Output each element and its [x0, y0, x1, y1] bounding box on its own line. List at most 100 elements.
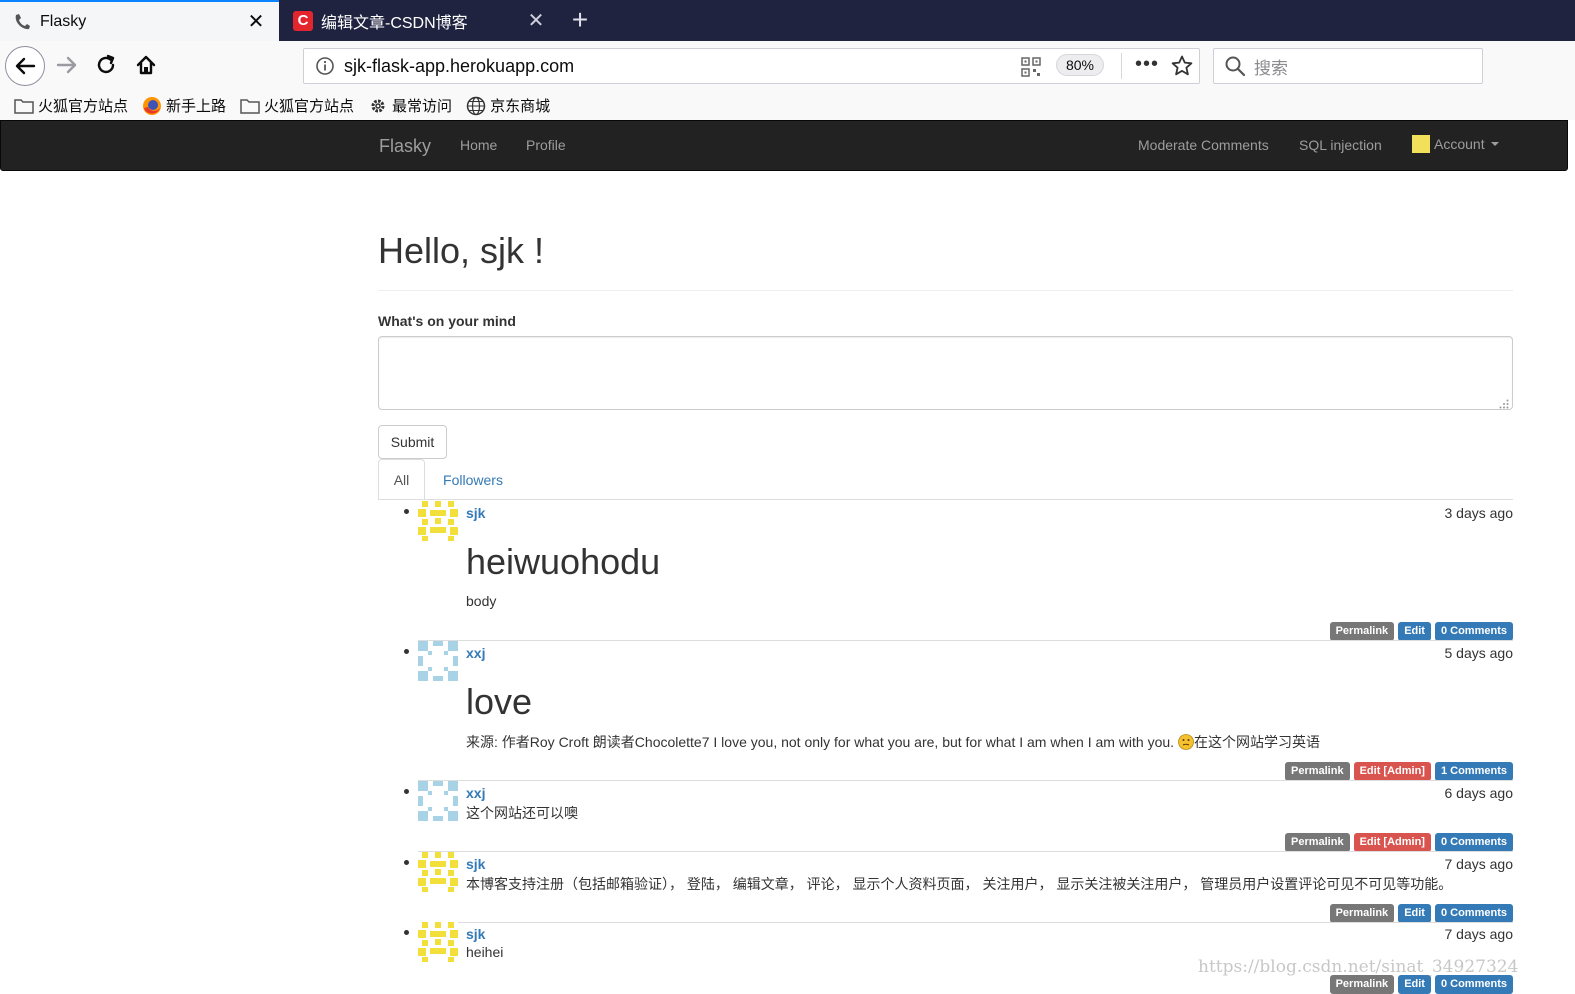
new-tab-plus-icon[interactable]: + [566, 6, 594, 34]
nav-profile-link[interactable]: Profile [526, 137, 566, 153]
close-icon[interactable]: ✕ [525, 10, 547, 32]
post-author-link[interactable]: sjk [466, 926, 485, 942]
browser-tab-title: 编辑文章-CSDN博客 [321, 14, 468, 32]
more-actions-icon[interactable]: ••• [1134, 53, 1160, 79]
post-body: 这个网站还可以噢 [466, 805, 578, 821]
post-item: xxj 6 days ago 这个网站还可以噢 Permalink Edit [… [400, 781, 1513, 852]
edit-admin-button[interactable]: Edit [Admin] [1353, 762, 1431, 781]
home-icon[interactable] [131, 50, 161, 80]
list-bullet [404, 509, 409, 514]
url-bar[interactable]: sjk-flask-app.herokuapp.com 80% ••• [303, 48, 1200, 84]
search-placeholder: 搜索 [1254, 58, 1288, 78]
tab-followers[interactable]: Followers [430, 459, 516, 500]
back-arrow-icon[interactable] [5, 46, 45, 86]
avatar[interactable] [418, 852, 458, 892]
post-body-text: 来源: 作者Roy Croft 朗读者Chocolette7 I love yo… [466, 734, 1175, 750]
comments-button[interactable]: 0 Comments [1434, 975, 1513, 994]
post-body-textarea[interactable] [378, 336, 1513, 410]
permalink-button[interactable]: Permalink [1284, 833, 1350, 852]
thinking-face-icon [1178, 734, 1194, 750]
post-footer: Permalink Edit [Admin] 1 Comments [1284, 762, 1513, 781]
browser-tab-title: Flasky [40, 12, 87, 30]
site-navbar: Flasky Home Profile Moderate Comments SQ… [0, 120, 1568, 171]
close-icon[interactable]: ✕ [245, 11, 267, 33]
permalink-button[interactable]: Permalink [1329, 904, 1395, 923]
resize-grip-icon[interactable] [1499, 396, 1509, 409]
brand-link[interactable]: Flasky [379, 136, 431, 157]
comments-button[interactable]: 1 Comments [1434, 762, 1513, 781]
bookmark-item[interactable]: 京东商城 [466, 95, 550, 116]
browser-tab-csdn[interactable]: C 编辑文章-CSDN博客 ✕ [281, 0, 559, 41]
post-item: sjk 7 days ago 本博客支持注册（包括邮箱验证）， 登陆， 编辑文章… [400, 852, 1514, 923]
zoom-level-button[interactable]: 80% [1056, 54, 1104, 76]
list-bullet [404, 649, 409, 654]
post-body: heihei [466, 944, 504, 960]
post-date: 7 days ago [1444, 856, 1514, 872]
reload-icon[interactable] [91, 50, 121, 80]
permalink-button[interactable]: Permalink [1329, 975, 1395, 994]
divider [378, 290, 1513, 291]
post-footer: Permalink Edit 0 Comments [1329, 904, 1513, 923]
avatar[interactable] [418, 922, 458, 962]
browser-tab-strip: Flasky ✕ C 编辑文章-CSDN博客 ✕ + [0, 0, 1575, 41]
caret-down-icon [1490, 142, 1499, 146]
avatar [1412, 135, 1430, 153]
bookmark-label: 京东商城 [490, 98, 551, 115]
forward-arrow-icon[interactable] [52, 50, 82, 80]
permalink-button[interactable]: Permalink [1329, 622, 1395, 641]
nav-moderate-comments-link[interactable]: Moderate Comments [1138, 137, 1269, 153]
folder-icon [240, 96, 260, 116]
bookmark-label: 最常访问 [392, 98, 453, 115]
tab-all[interactable]: All [378, 459, 425, 500]
comments-button[interactable]: 0 Comments [1434, 904, 1513, 923]
post-author-link[interactable]: xxj [466, 645, 485, 661]
post-footer: Permalink Edit [Admin] 0 Comments [1284, 833, 1513, 852]
comments-button[interactable]: 0 Comments [1434, 833, 1513, 852]
post-body: body [466, 593, 497, 609]
list-bullet [404, 789, 409, 794]
avatar[interactable] [418, 501, 458, 541]
gear-icon [368, 96, 388, 116]
folder-icon [14, 96, 34, 116]
nav-home-link[interactable]: Home [460, 137, 497, 153]
post-body: 本博客支持注册（包括邮箱验证）， 登陆， 编辑文章， 评论， 显示个人资料页面，… [466, 876, 1453, 892]
avatar[interactable] [418, 641, 458, 681]
phone-icon [12, 12, 32, 32]
qr-code-icon[interactable] [1021, 57, 1041, 77]
browser-tab-flasky[interactable]: Flasky ✕ [0, 0, 279, 41]
post-heading: heiwuohodu [466, 541, 661, 582]
post-author-link[interactable]: sjk [466, 505, 485, 521]
browser-search-bar[interactable]: 搜索 [1213, 48, 1483, 84]
info-icon[interactable] [314, 55, 336, 77]
avatar[interactable] [418, 781, 458, 821]
tabs-divider [378, 499, 1513, 500]
submit-button[interactable]: Submit [378, 425, 447, 459]
post-footer: Permalink Edit 0 Comments [1329, 975, 1513, 994]
nav-sql-injection-link[interactable]: SQL injection [1299, 137, 1382, 153]
page-title: Hello, sjk ! [378, 230, 545, 271]
bookmark-item[interactable]: 新手上路 [142, 95, 226, 116]
bookmark-label: 火狐官方站点 [38, 98, 129, 115]
bookmark-item[interactable]: 最常访问 [368, 95, 452, 116]
post-author-link[interactable]: xxj [466, 785, 485, 801]
edit-button[interactable]: Edit [1398, 622, 1431, 641]
list-bullet [404, 860, 409, 865]
edit-button[interactable]: Edit [1398, 904, 1431, 923]
bookmark-item[interactable]: 火狐官方站点 [240, 95, 354, 116]
bookmark-label: 新手上路 [166, 98, 227, 115]
post-body-label: What's on your mind [378, 313, 516, 329]
search-icon [1224, 55, 1246, 77]
browser-toolbar: sjk-flask-app.herokuapp.com 80% ••• 搜索 [0, 41, 1575, 91]
comments-button[interactable]: 0 Comments [1434, 622, 1513, 641]
globe-icon [466, 96, 486, 116]
edit-button[interactable]: Edit [1398, 975, 1431, 994]
account-dropdown[interactable]: Account [1412, 135, 1499, 153]
permalink-button[interactable]: Permalink [1284, 762, 1350, 781]
bookmark-item[interactable]: 火狐官方站点 [14, 95, 128, 116]
edit-admin-button[interactable]: Edit [Admin] [1353, 833, 1431, 852]
post-author-link[interactable]: sjk [466, 856, 485, 872]
post-date: 5 days ago [1444, 645, 1514, 661]
post-body-text-after: 在这个网站学习英语 [1193, 734, 1320, 750]
post-date: 3 days ago [1444, 505, 1514, 521]
bookmark-star-icon[interactable] [1170, 54, 1194, 78]
